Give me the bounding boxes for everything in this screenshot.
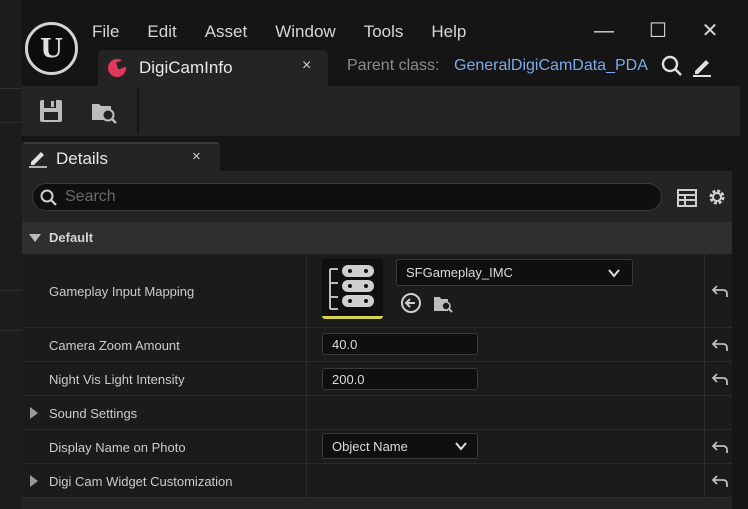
property-row-widget-customization[interactable]: Digi Cam Widget Customization	[22, 464, 732, 498]
reset-to-default-icon[interactable]	[712, 372, 728, 386]
column-divider	[704, 396, 705, 429]
property-label: Camera Zoom Amount	[49, 338, 180, 353]
column-divider	[704, 328, 705, 361]
column-divider	[704, 464, 705, 497]
browse-asset-icon[interactable]	[432, 292, 454, 314]
property-row-display-name: Display Name on Photo Object Name	[22, 430, 732, 464]
column-divider	[306, 464, 307, 497]
details-search	[32, 183, 662, 211]
property-row-camera-zoom: Camera Zoom Amount 40.0	[22, 328, 732, 362]
property-label: Display Name on Photo	[49, 440, 186, 455]
divider	[0, 290, 22, 291]
column-divider	[704, 254, 705, 327]
menu-file[interactable]: File	[92, 18, 119, 46]
toolbar-separator	[137, 88, 139, 134]
property-label: Gameplay Input Mapping	[49, 284, 195, 299]
divider	[0, 88, 22, 89]
details-panel: Default Gameplay Input Mapping SFGamepla…	[22, 171, 732, 509]
column-divider	[306, 254, 307, 327]
edit-pencil-icon[interactable]	[690, 54, 714, 78]
gamepad-stack-icon	[329, 265, 374, 310]
asset-tab-title: DigiCamInfo	[139, 58, 233, 77]
close-tab-icon[interactable]: ×	[302, 57, 311, 75]
divider	[0, 330, 22, 331]
menu-edit[interactable]: Edit	[147, 18, 176, 46]
use-selected-asset-icon[interactable]	[400, 292, 422, 314]
chevron-down-icon	[455, 442, 467, 451]
menu-window[interactable]: Window	[275, 18, 335, 46]
menu-bar: File Edit Asset Window Tools Help	[92, 18, 494, 46]
asset-editor-window: U File Edit Asset Window Tools Help — ☐ …	[22, 14, 740, 509]
property-matrix-icon[interactable]	[676, 187, 698, 209]
divider	[0, 122, 22, 123]
column-divider	[306, 430, 307, 463]
property-label: Night Vis Light Intensity	[49, 372, 185, 387]
reset-to-default-icon[interactable]	[712, 338, 728, 352]
column-divider	[306, 328, 307, 361]
property-row-gameplay-input-mapping: Gameplay Input Mapping SFGameplay_IMC	[22, 254, 732, 328]
details-pencil-icon	[29, 152, 47, 168]
search-icon[interactable]	[660, 54, 684, 78]
close-details-icon[interactable]: ×	[192, 148, 201, 165]
maximize-button[interactable]: ☐	[638, 17, 678, 45]
category-label: Default	[49, 230, 94, 245]
data-asset-icon	[108, 59, 126, 77]
column-divider	[306, 362, 307, 395]
asset-picker-combo[interactable]: SFGameplay_IMC	[396, 259, 633, 286]
title-bar: U File Edit Asset Window Tools Help — ☐ …	[22, 14, 740, 88]
background-left-strip	[0, 0, 22, 509]
search-icon	[40, 189, 57, 206]
parent-class-label: Parent class:	[347, 57, 440, 74]
night-vis-field[interactable]: 200.0	[322, 368, 478, 390]
display-name-value: Object Name	[332, 439, 408, 454]
close-window-button[interactable]: ✕	[690, 17, 730, 45]
details-tab[interactable]: Details ×	[22, 142, 220, 172]
parent-class-link[interactable]: GeneralDigiCamData_PDA	[454, 57, 648, 75]
reset-to-default-icon[interactable]	[712, 440, 728, 454]
camera-zoom-field[interactable]: 40.0	[322, 333, 478, 355]
asset-thumbnail[interactable]	[322, 259, 383, 319]
reset-to-default-icon[interactable]	[712, 284, 728, 298]
property-row-night-vis: Night Vis Light Intensity 200.0	[22, 362, 732, 396]
column-divider	[704, 362, 705, 395]
details-tab-title: Details	[56, 149, 108, 168]
reset-to-default-icon[interactable]	[712, 474, 728, 488]
menu-help[interactable]: Help	[431, 18, 466, 46]
menu-tools[interactable]: Tools	[364, 18, 404, 46]
display-name-combo[interactable]: Object Name	[322, 433, 478, 459]
browse-content-icon[interactable]	[89, 96, 119, 126]
search-input[interactable]	[65, 187, 645, 207]
gear-icon[interactable]	[706, 186, 728, 208]
expand-arrow-icon[interactable]	[30, 475, 38, 487]
property-label: Sound Settings	[49, 406, 138, 421]
chevron-down-icon	[608, 269, 620, 278]
column-divider	[704, 430, 705, 463]
collapse-arrow-icon[interactable]	[29, 234, 41, 242]
menu-asset[interactable]: Asset	[205, 18, 248, 46]
toolbar	[22, 86, 740, 136]
minimize-button[interactable]: —	[584, 17, 624, 45]
column-divider	[306, 396, 307, 429]
expand-arrow-icon[interactable]	[30, 407, 38, 419]
save-icon[interactable]	[36, 96, 66, 126]
asset-tab[interactable]: DigiCamInfo ×	[98, 50, 328, 86]
asset-picker-value: SFGameplay_IMC	[406, 265, 513, 280]
property-label: Digi Cam Widget Customization	[49, 474, 233, 489]
unreal-logo-icon[interactable]: U	[25, 22, 78, 75]
property-row-sound-settings[interactable]: Sound Settings	[22, 396, 732, 430]
category-default[interactable]: Default	[22, 222, 732, 254]
